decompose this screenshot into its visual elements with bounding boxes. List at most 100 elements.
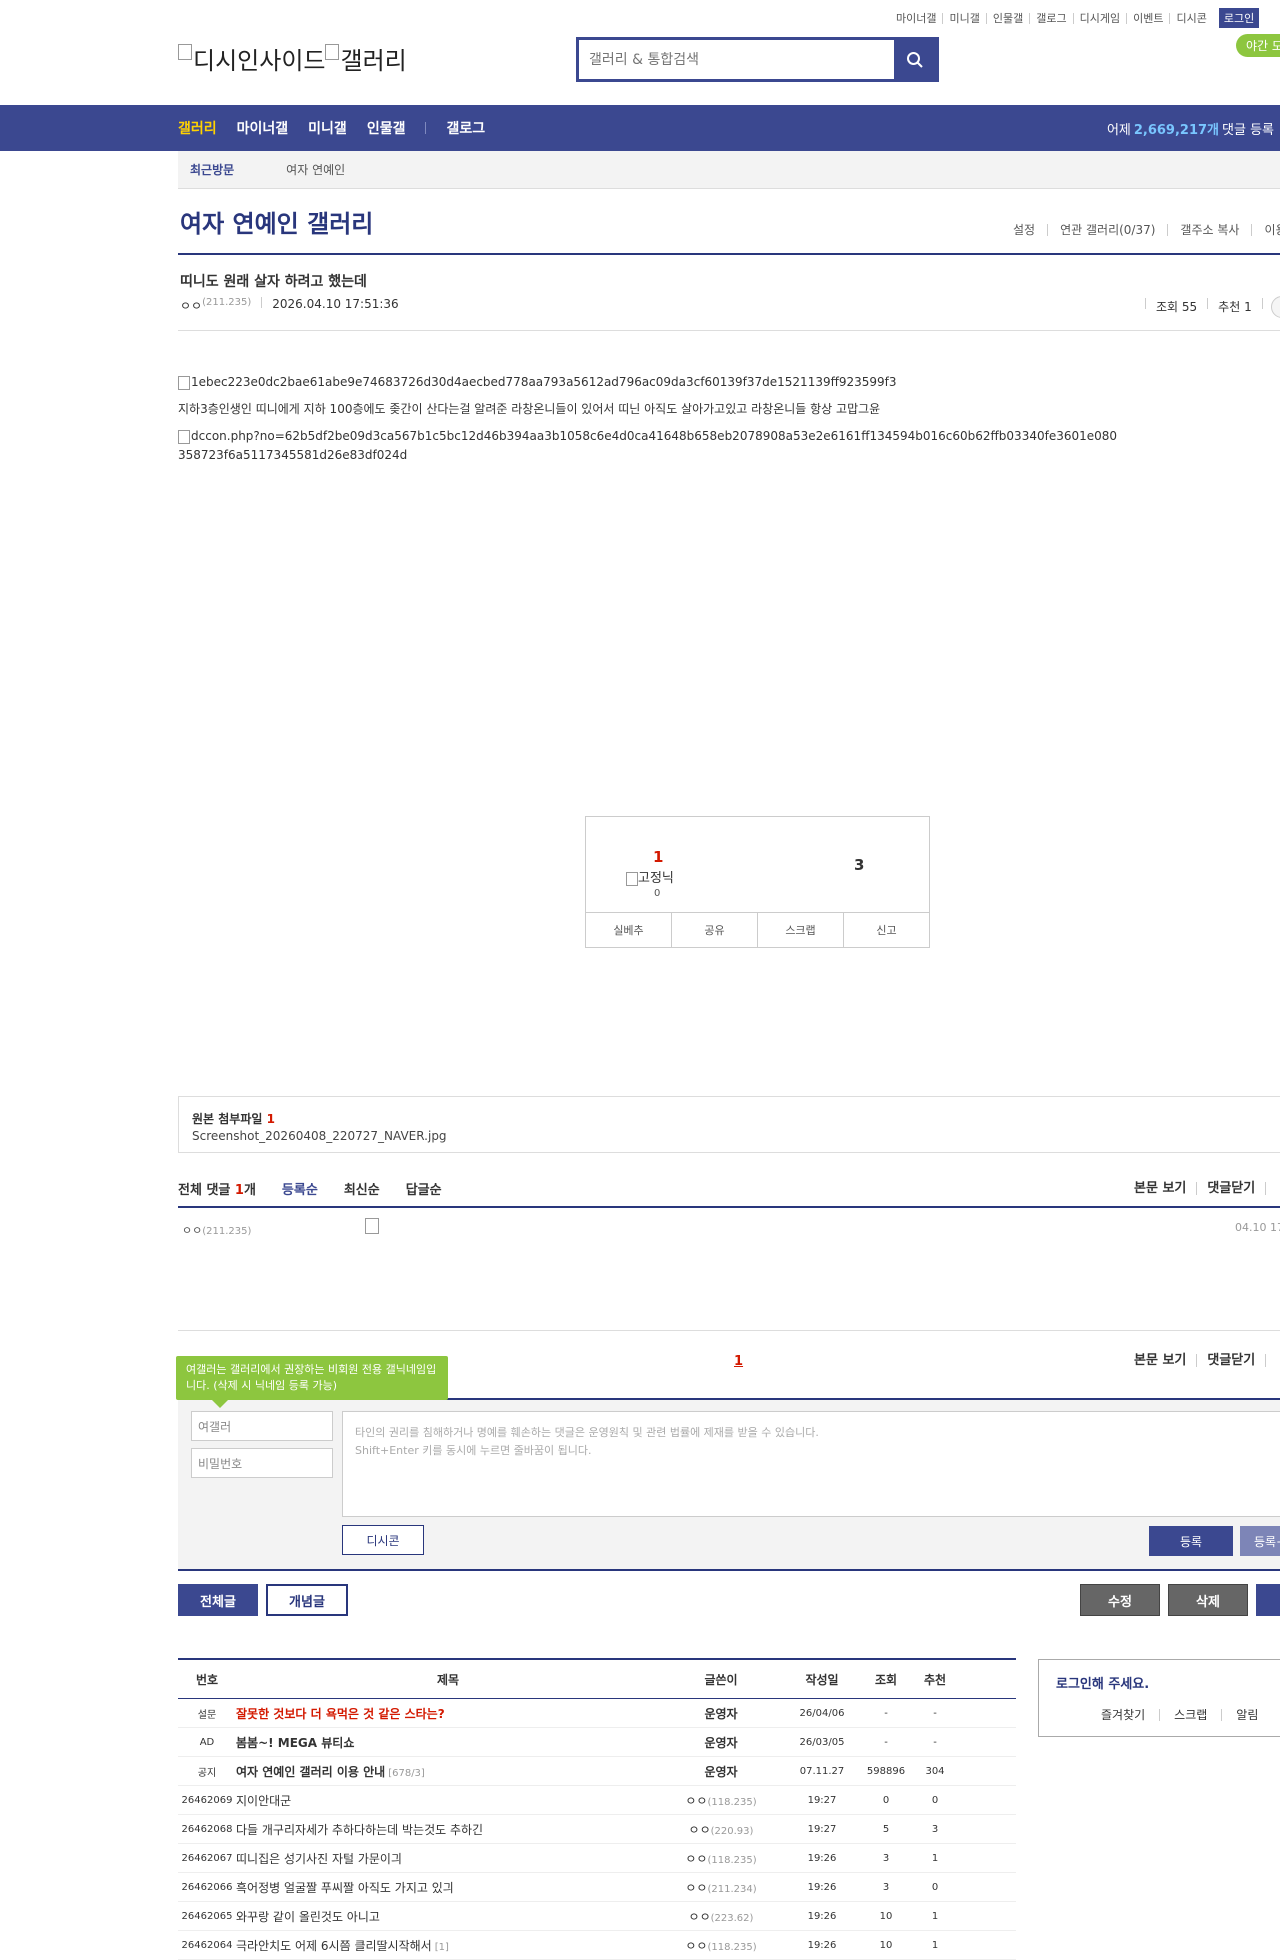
close-comments-button[interactable]: 댓글닫기	[1196, 1181, 1265, 1195]
notifications-link[interactable]: 알림	[1221, 1709, 1272, 1721]
table-row[interactable]: 26462065 와꾸랑 같이 올린것도 아니고 ㅇㅇ(223.62) 19:26 10…	[178, 1902, 1016, 1931]
row-writer[interactable]: ㅇㅇ(118.235)	[660, 1792, 782, 1809]
edit-button[interactable]: 수정	[1080, 1584, 1160, 1616]
reply-count[interactable]: [1]	[435, 1942, 449, 1953]
row-title-text[interactable]: 극라안치도 어제 6시쯤 클리딸시작해서	[236, 1939, 432, 1953]
recent-visit-label[interactable]: 최근방문	[190, 161, 234, 178]
submit-recommend-button[interactable]: 등록+	[1240, 1526, 1280, 1556]
comment-writer[interactable]: ㅇㅇ(211.235)	[182, 1222, 251, 1238]
row-title-text[interactable]: 흑어정병 얼굴짤 푸씨짤 아직도 가지고 있긔	[236, 1881, 454, 1895]
nav-gallog[interactable]: 갤로그	[446, 118, 485, 138]
row-title-text[interactable]: 다들 개구리자세가 추하다하는데 박는것도 추하긴	[236, 1823, 483, 1837]
row-title-text[interactable]: 잘못한 것보다 더 욕먹은 것 같은 스타는?	[236, 1707, 445, 1721]
util-link-person[interactable]: 인물갤	[985, 12, 1029, 24]
scrap-button[interactable]: 스크랩	[757, 913, 843, 947]
row-writer-name: ㅇㅇ	[685, 1793, 708, 1808]
util-link-event[interactable]: 이벤트	[1126, 12, 1169, 24]
reply-count[interactable]: [678/3]	[388, 1768, 425, 1779]
view-post-button[interactable]: 본문 보기	[1124, 1182, 1196, 1195]
row-title[interactable]: 잘못한 것보다 더 욕먹은 것 같은 스타는?	[236, 1705, 660, 1722]
row-recommends: 0	[931, 1794, 939, 1806]
util-link-gallog[interactable]: 갤로그	[1029, 12, 1072, 24]
util-link-dccon[interactable]: 디시콘	[1169, 12, 1212, 24]
option-settings[interactable]: 설정	[1001, 224, 1047, 236]
all-posts-button[interactable]: 전체글	[178, 1584, 258, 1616]
nav-minor[interactable]: 마이너갤	[237, 118, 289, 138]
util-link-minor[interactable]: 마이너갤	[890, 13, 942, 24]
table-row[interactable]: 26462068 다들 개구리자세가 추하다하는데 박는것도 추하긴 ㅇㅇ(220.…	[178, 1815, 1016, 1844]
option-related[interactable]: 연관 갤러리(0/37)	[1047, 224, 1167, 236]
row-date: 19:26	[807, 1939, 837, 1951]
row-writer[interactable]: ㅇㅇ(220.93)	[660, 1821, 782, 1838]
nickname-tooltip: 여갤러는 갤러리에서 권장하는 비회원 전용 갤닉네임입니다. (삭제 시 닉네…	[176, 1356, 448, 1408]
row-writer[interactable]: ㅇㅇ(118.235)	[660, 1937, 782, 1954]
row-writer[interactable]: ㅇㅇ(223.62)	[660, 1908, 782, 1925]
night-mode-button[interactable]: 야간 모드	[1236, 34, 1280, 57]
table-row[interactable]: 설문 잘못한 것보다 더 욕먹은 것 같은 스타는? 운영자 26/04/06 - -	[178, 1699, 1016, 1728]
meta-divider	[1145, 298, 1146, 309]
sort-latest[interactable]: 최신순	[344, 1179, 380, 1198]
dccon-button[interactable]: 디시콘	[342, 1525, 424, 1555]
best-button[interactable]: 실베추	[586, 913, 671, 947]
row-title[interactable]: 다들 개구리자세가 추하다하는데 박는것도 추하긴	[236, 1821, 660, 1838]
delete-button[interactable]: 삭제	[1168, 1584, 1248, 1616]
nav-gallery[interactable]: 갤러리	[178, 118, 217, 138]
nickname-field[interactable]: 여갤러	[191, 1411, 333, 1441]
row-title-text[interactable]: 여자 연예인 갤러리 이용 안내	[236, 1765, 385, 1779]
row-title[interactable]: 흑어정병 얼굴짤 푸씨짤 아직도 가지고 있긔	[236, 1879, 660, 1896]
share-button[interactable]: 공유	[671, 913, 757, 947]
row-title-text[interactable]: 띠니집은 성기사진 자털 가문이긔	[236, 1852, 402, 1866]
table-row[interactable]: 공지 여자 연예인 갤러리 이용 안내 [678/3] 운영자 07.11.27 5988…	[178, 1757, 1016, 1786]
submit-button[interactable]: 등록	[1149, 1526, 1233, 1556]
login-button[interactable]: 로그인	[1218, 8, 1260, 28]
sort-registered[interactable]: 등록순	[282, 1179, 318, 1198]
nav-divider	[425, 122, 427, 134]
row-title-text[interactable]: 와꾸랑 같이 올린것도 아니고	[236, 1910, 380, 1924]
close-comments-button[interactable]: 댓글닫기	[1196, 1353, 1265, 1367]
row-title[interactable]: 여자 연예인 갤러리 이용 안내 [678/3]	[236, 1763, 660, 1780]
scrap-link[interactable]: 스크랩	[1159, 1709, 1221, 1721]
comment-total-count: 1	[234, 1182, 244, 1198]
comment-textarea[interactable]: 타인의 권리를 침해하거나 명예를 훼손하는 댓글은 운영원칙 및 관련 법률에…	[342, 1411, 1280, 1517]
row-title[interactable]: 띠니집은 성기사진 자털 가문이긔	[236, 1850, 660, 1867]
row-title-text[interactable]: 봄봄~! MEGA 뷰티쇼	[236, 1736, 354, 1750]
attachment-file[interactable]: Screenshot_20260408_220727_NAVER.jpg	[192, 1129, 447, 1143]
row-title[interactable]: 와꾸랑 같이 올린것도 아니고	[236, 1908, 660, 1925]
option-copy-url[interactable]: 갤주소 복사	[1167, 224, 1251, 236]
password-field[interactable]: 비밀번호	[191, 1448, 333, 1478]
report-button[interactable]: 신고	[843, 913, 929, 947]
row-title[interactable]: 극라안치도 어제 6시쯤 클리딸시작해서 [1]	[236, 1937, 660, 1954]
table-row[interactable]: 26462067 띠니집은 성기사진 자털 가문이긔 ㅇㅇ(118.235) 19:2…	[178, 1844, 1016, 1873]
favorites-link[interactable]: 즐겨찾기	[1087, 1709, 1159, 1721]
search-button[interactable]	[894, 40, 936, 79]
gallery-title[interactable]: 여자 연예인 갤러리	[180, 204, 373, 239]
row-title[interactable]: 지이안대군	[236, 1792, 660, 1809]
row-title[interactable]: 봄봄~! MEGA 뷰티쇼	[236, 1734, 660, 1751]
row-writer[interactable]: ㅇㅇ(118.235)	[660, 1850, 782, 1867]
concept-posts-button[interactable]: 개념글	[266, 1584, 348, 1616]
write-button[interactable]	[1256, 1584, 1280, 1616]
table-row[interactable]: AD 봄봄~! MEGA 뷰티쇼 운영자 26/03/05 - -	[178, 1728, 1016, 1757]
upvote-count[interactable]: 1	[653, 848, 663, 866]
table-row[interactable]: 26462069 지이안대군 ㅇㅇ(118.235) 19:27 0 0	[178, 1786, 1016, 1815]
util-link-mini[interactable]: 미니갤	[942, 12, 985, 24]
nav-mini[interactable]: 미니갤	[308, 118, 347, 138]
option-usage[interactable]: 이용	[1251, 224, 1280, 236]
util-link-game[interactable]: 디시게임	[1072, 12, 1126, 24]
login-prompt[interactable]: 로그인해 주세요.	[1056, 1673, 1149, 1692]
recent-visit-item[interactable]: 여자 연예인	[286, 161, 345, 178]
row-writer[interactable]: 운영자	[660, 1734, 782, 1751]
search-input[interactable]	[579, 40, 894, 79]
row-title-text[interactable]: 지이안대군	[236, 1794, 291, 1808]
view-post-button[interactable]: 본문 보기	[1124, 1354, 1196, 1367]
site-logo[interactable]: 디시인사이드 갤러리	[178, 41, 407, 76]
row-writer[interactable]: ㅇㅇ(211.234)	[660, 1879, 782, 1896]
row-writer[interactable]: 운영자	[660, 1763, 782, 1780]
post-writer[interactable]: ㅇㅇ	[180, 297, 202, 314]
row-writer[interactable]: 운영자	[660, 1705, 782, 1722]
nav-person[interactable]: 인물갤	[367, 118, 406, 138]
broken-image-icon	[178, 44, 192, 60]
downvote-count[interactable]: 3	[854, 856, 864, 874]
table-row[interactable]: 26462066 흑어정병 얼굴짤 푸씨짤 아직도 가지고 있긔 ㅇㅇ(211.23…	[178, 1873, 1016, 1902]
sort-replies[interactable]: 답글순	[406, 1179, 442, 1198]
